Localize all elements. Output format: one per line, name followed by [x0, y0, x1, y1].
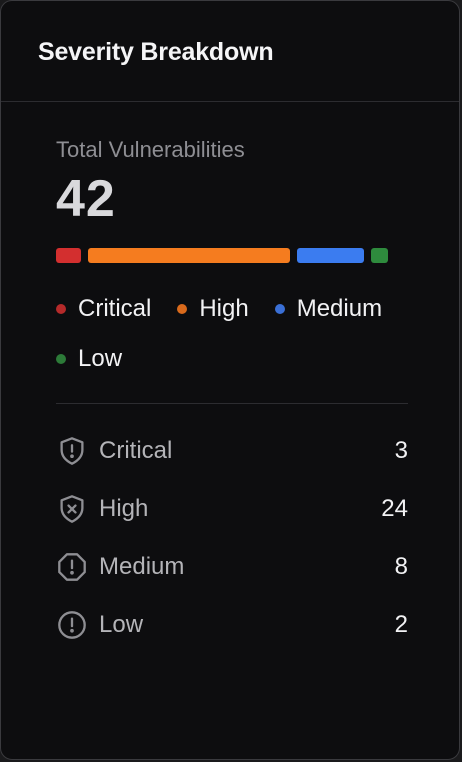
severity-row-count: 8 [394, 553, 408, 580]
severity-row-low: Low 2 [56, 596, 408, 654]
circle-alert-icon [56, 609, 88, 641]
legend-dot-critical [56, 303, 66, 314]
legend-item-medium: Medium [274, 276, 383, 341]
shield-alert-icon [56, 435, 88, 467]
legend-item-low: Low [56, 326, 122, 391]
octagon-alert-icon [56, 551, 88, 583]
divider [56, 403, 408, 404]
bar-segment-high [88, 248, 290, 263]
severity-count-list: Critical 3 High 24 Medium 8 Low 2 [56, 422, 408, 654]
card-header: Severity Breakdown [1, 1, 459, 102]
severity-row-label: High [99, 495, 149, 522]
severity-row-label: Critical [99, 437, 173, 464]
severity-distribution-bar [56, 248, 388, 263]
severity-row-count: 3 [394, 437, 408, 464]
bar-segment-low [371, 248, 388, 263]
severity-row-label: Medium [99, 553, 185, 580]
severity-breakdown-card: Severity Breakdown Total Vulnerabilities… [0, 0, 460, 760]
severity-row-count: 24 [381, 495, 408, 522]
card-title: Severity Breakdown [38, 37, 274, 66]
total-vulnerabilities-label: Total Vulnerabilities [56, 137, 245, 162]
legend-label: Medium [296, 294, 383, 322]
legend-label: Critical [78, 294, 152, 322]
legend-dot-medium [274, 303, 285, 314]
severity-row-label: Low [99, 611, 144, 638]
card-body: Total Vulnerabilities 42 Critical High M… [1, 136, 459, 654]
severity-legend: Critical High Medium Low [56, 291, 416, 391]
bar-segment-critical [56, 248, 82, 263]
severity-row-count: 2 [394, 611, 408, 638]
legend-label: Low [78, 344, 123, 372]
severity-row-high: High 24 [56, 480, 408, 538]
severity-row-critical: Critical 3 [56, 422, 408, 480]
legend-dot-low [56, 353, 66, 364]
shield-x-icon [56, 493, 88, 525]
legend-dot-high [177, 303, 188, 314]
total-vulnerabilities-count: 42 [56, 170, 116, 228]
severity-row-medium: Medium 8 [56, 538, 408, 596]
bar-segment-medium [296, 248, 365, 263]
legend-item-high: High [177, 276, 249, 341]
legend-label: High [199, 294, 249, 322]
